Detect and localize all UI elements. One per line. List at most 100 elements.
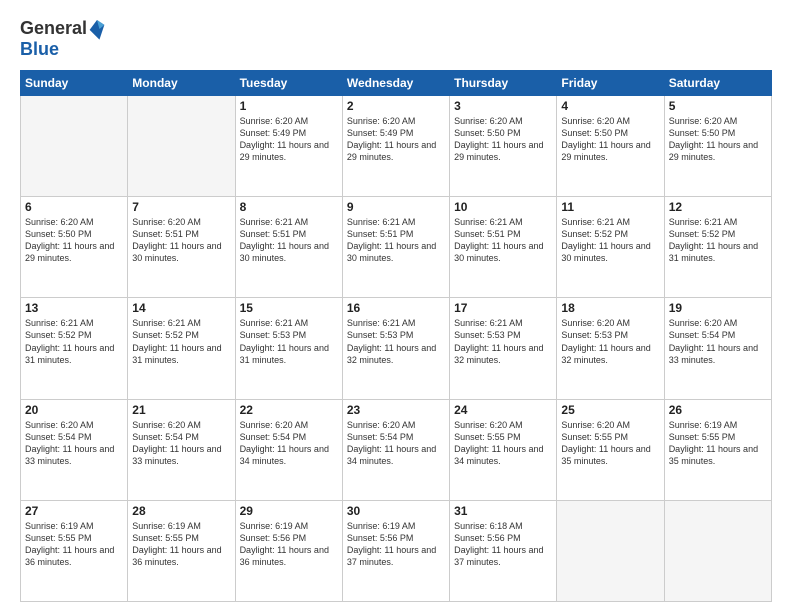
calendar-cell: 16Sunrise: 6:21 AM Sunset: 5:53 PM Dayli… xyxy=(342,298,449,399)
calendar-header-tuesday: Tuesday xyxy=(235,70,342,95)
day-number: 9 xyxy=(347,200,445,214)
calendar-cell xyxy=(21,95,128,196)
day-number: 16 xyxy=(347,301,445,315)
calendar-header-monday: Monday xyxy=(128,70,235,95)
cell-info: Sunrise: 6:20 AM Sunset: 5:50 PM Dayligh… xyxy=(25,216,123,265)
calendar-cell: 4 Sunrise: 6:20 AM Sunset: 5:50 PM Daylig… xyxy=(557,95,664,196)
calendar-cell: 5 Sunrise: 6:20 AM Sunset: 5:50 PM Daylig… xyxy=(664,95,771,196)
cell-info: Sunrise: 6:20 AM Sunset: 5:51 PM Dayligh… xyxy=(132,216,230,265)
cell-info: Sunrise: 6:19 AM Sunset: 5:56 PM Dayligh… xyxy=(240,520,338,569)
cell-info: Sunrise: 6:20 AM Sunset: 5:55 PM Dayligh… xyxy=(454,419,552,468)
day-number: 14 xyxy=(132,301,230,315)
calendar-cell: 24 Sunrise: 6:20 AM Sunset: 5:55 PM Dayli… xyxy=(450,399,557,500)
calendar-header-friday: Friday xyxy=(557,70,664,95)
calendar-cell: 27 Sunrise: 6:19 AM Sunset: 5:55 PM Dayli… xyxy=(21,500,128,601)
cell-info: Sunrise: 6:21 AM Sunset: 5:53 PM Dayligh… xyxy=(240,317,338,366)
day-number: 13 xyxy=(25,301,123,315)
cell-info: Sunrise: 6:19 AM Sunset: 5:55 PM Dayligh… xyxy=(25,520,123,569)
day-number: 27 xyxy=(25,504,123,518)
calendar-cell: 28 Sunrise: 6:19 AM Sunset: 5:55 PM Dayli… xyxy=(128,500,235,601)
cell-info: Sunrise: 6:19 AM Sunset: 5:56 PM Dayligh… xyxy=(347,520,445,569)
calendar-week-4: 27 Sunrise: 6:19 AM Sunset: 5:55 PM Dayli… xyxy=(21,500,772,601)
calendar-week-2: 13 Sunrise: 6:21 AM Sunset: 5:52 PM Dayli… xyxy=(21,298,772,399)
day-number: 18 xyxy=(561,301,659,315)
logo: GeneralBlue xyxy=(20,18,106,60)
day-number: 26 xyxy=(669,403,767,417)
logo-text: GeneralBlue xyxy=(20,18,106,60)
cell-info: Sunrise: 6:21 AM Sunset: 5:53 PM Dayligh… xyxy=(454,317,552,366)
cell-info: Sunrise: 6:20 AM Sunset: 5:54 PM Dayligh… xyxy=(240,419,338,468)
calendar-cell: 18 Sunrise: 6:20 AM Sunset: 5:53 PM Dayli… xyxy=(557,298,664,399)
calendar-cell: 15Sunrise: 6:21 AM Sunset: 5:53 PM Dayli… xyxy=(235,298,342,399)
calendar-week-3: 20 Sunrise: 6:20 AM Sunset: 5:54 PM Dayli… xyxy=(21,399,772,500)
calendar-cell: 1Sunrise: 6:20 AM Sunset: 5:49 PM Daylig… xyxy=(235,95,342,196)
calendar-cell: 3 Sunrise: 6:20 AM Sunset: 5:50 PM Daylig… xyxy=(450,95,557,196)
calendar-cell: 21 Sunrise: 6:20 AM Sunset: 5:54 PM Dayli… xyxy=(128,399,235,500)
cell-info: Sunrise: 6:20 AM Sunset: 5:54 PM Dayligh… xyxy=(669,317,767,366)
calendar-week-1: 6 Sunrise: 6:20 AM Sunset: 5:50 PM Daylig… xyxy=(21,197,772,298)
cell-info: Sunrise: 6:19 AM Sunset: 5:55 PM Dayligh… xyxy=(669,419,767,468)
calendar-cell: 19Sunrise: 6:20 AM Sunset: 5:54 PM Dayli… xyxy=(664,298,771,399)
cell-info: Sunrise: 6:20 AM Sunset: 5:55 PM Dayligh… xyxy=(561,419,659,468)
day-number: 30 xyxy=(347,504,445,518)
day-number: 7 xyxy=(132,200,230,214)
calendar-cell: 17Sunrise: 6:21 AM Sunset: 5:53 PM Dayli… xyxy=(450,298,557,399)
cell-info: Sunrise: 6:20 AM Sunset: 5:54 PM Dayligh… xyxy=(347,419,445,468)
calendar-cell: 26 Sunrise: 6:19 AM Sunset: 5:55 PM Dayli… xyxy=(664,399,771,500)
logo-general: General xyxy=(20,19,87,39)
calendar-cell: 10 Sunrise: 6:21 AM Sunset: 5:51 PM Dayli… xyxy=(450,197,557,298)
calendar-cell xyxy=(664,500,771,601)
cell-info: Sunrise: 6:20 AM Sunset: 5:50 PM Dayligh… xyxy=(561,115,659,164)
day-number: 29 xyxy=(240,504,338,518)
day-number: 25 xyxy=(561,403,659,417)
cell-info: Sunrise: 6:21 AM Sunset: 5:51 PM Dayligh… xyxy=(454,216,552,265)
calendar-week-0: 1Sunrise: 6:20 AM Sunset: 5:49 PM Daylig… xyxy=(21,95,772,196)
day-number: 5 xyxy=(669,99,767,113)
calendar-cell: 11 Sunrise: 6:21 AM Sunset: 5:52 PM Dayli… xyxy=(557,197,664,298)
cell-info: Sunrise: 6:21 AM Sunset: 5:52 PM Dayligh… xyxy=(25,317,123,366)
calendar-cell: 12Sunrise: 6:21 AM Sunset: 5:52 PM Dayli… xyxy=(664,197,771,298)
cell-info: Sunrise: 6:19 AM Sunset: 5:55 PM Dayligh… xyxy=(132,520,230,569)
calendar-header-thursday: Thursday xyxy=(450,70,557,95)
day-number: 21 xyxy=(132,403,230,417)
cell-info: Sunrise: 6:20 AM Sunset: 5:50 PM Dayligh… xyxy=(669,115,767,164)
day-number: 23 xyxy=(347,403,445,417)
cell-info: Sunrise: 6:20 AM Sunset: 5:49 PM Dayligh… xyxy=(240,115,338,164)
day-number: 10 xyxy=(454,200,552,214)
calendar-cell xyxy=(557,500,664,601)
cell-info: Sunrise: 6:20 AM Sunset: 5:50 PM Dayligh… xyxy=(454,115,552,164)
logo-bird-icon xyxy=(88,18,106,40)
calendar-header-wednesday: Wednesday xyxy=(342,70,449,95)
calendar-cell: 9 Sunrise: 6:21 AM Sunset: 5:51 PM Daylig… xyxy=(342,197,449,298)
day-number: 3 xyxy=(454,99,552,113)
calendar-header-saturday: Saturday xyxy=(664,70,771,95)
calendar-cell: 13 Sunrise: 6:21 AM Sunset: 5:52 PM Dayli… xyxy=(21,298,128,399)
day-number: 2 xyxy=(347,99,445,113)
calendar-cell: 7 Sunrise: 6:20 AM Sunset: 5:51 PM Daylig… xyxy=(128,197,235,298)
calendar-cell: 30 Sunrise: 6:19 AM Sunset: 5:56 PM Dayli… xyxy=(342,500,449,601)
day-number: 4 xyxy=(561,99,659,113)
day-number: 11 xyxy=(561,200,659,214)
cell-info: Sunrise: 6:21 AM Sunset: 5:52 PM Dayligh… xyxy=(132,317,230,366)
cell-info: Sunrise: 6:20 AM Sunset: 5:49 PM Dayligh… xyxy=(347,115,445,164)
calendar-header-row: SundayMondayTuesdayWednesdayThursdayFrid… xyxy=(21,70,772,95)
cell-info: Sunrise: 6:21 AM Sunset: 5:52 PM Dayligh… xyxy=(561,216,659,265)
calendar-cell: 6 Sunrise: 6:20 AM Sunset: 5:50 PM Daylig… xyxy=(21,197,128,298)
day-number: 24 xyxy=(454,403,552,417)
calendar-cell: 29 Sunrise: 6:19 AM Sunset: 5:56 PM Dayli… xyxy=(235,500,342,601)
cell-info: Sunrise: 6:20 AM Sunset: 5:54 PM Dayligh… xyxy=(132,419,230,468)
calendar-cell: 23 Sunrise: 6:20 AM Sunset: 5:54 PM Dayli… xyxy=(342,399,449,500)
calendar-table: SundayMondayTuesdayWednesdayThursdayFrid… xyxy=(20,70,772,602)
day-number: 28 xyxy=(132,504,230,518)
calendar-cell: 25 Sunrise: 6:20 AM Sunset: 5:55 PM Dayli… xyxy=(557,399,664,500)
day-number: 8 xyxy=(240,200,338,214)
calendar-cell: 2 Sunrise: 6:20 AM Sunset: 5:49 PM Daylig… xyxy=(342,95,449,196)
calendar-header-sunday: Sunday xyxy=(21,70,128,95)
cell-info: Sunrise: 6:20 AM Sunset: 5:54 PM Dayligh… xyxy=(25,419,123,468)
calendar-cell: 20 Sunrise: 6:20 AM Sunset: 5:54 PM Dayli… xyxy=(21,399,128,500)
calendar-cell: 31Sunrise: 6:18 AM Sunset: 5:56 PM Dayli… xyxy=(450,500,557,601)
day-number: 6 xyxy=(25,200,123,214)
cell-info: Sunrise: 6:21 AM Sunset: 5:51 PM Dayligh… xyxy=(347,216,445,265)
cell-info: Sunrise: 6:20 AM Sunset: 5:53 PM Dayligh… xyxy=(561,317,659,366)
day-number: 20 xyxy=(25,403,123,417)
